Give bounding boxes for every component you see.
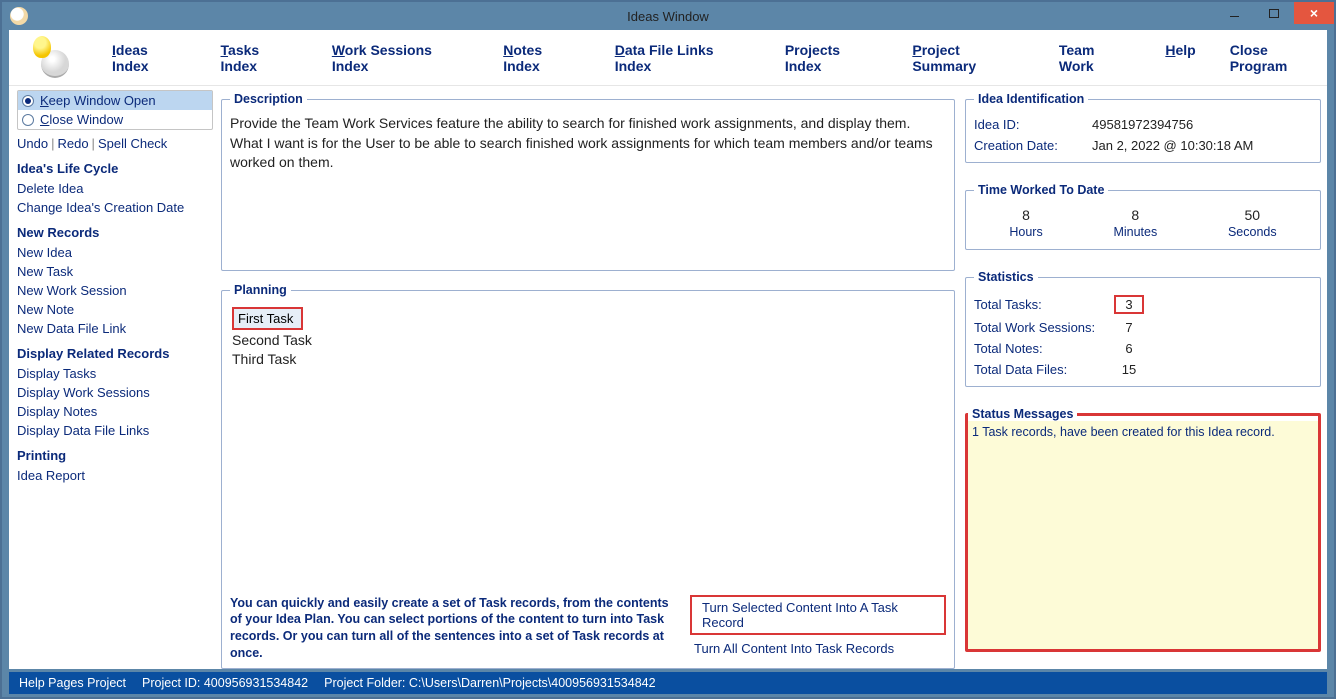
nav-tasks-index[interactable]: Tasks Index — [221, 42, 298, 74]
turn-all-into-tasks-button[interactable]: Turn All Content Into Task Records — [690, 639, 898, 658]
nav-project-summary[interactable]: Project Summary — [912, 42, 1025, 74]
sidebar: Keep Window Open Close Window Undo | Red… — [9, 86, 219, 669]
nav-projects-index[interactable]: Projects Index — [785, 42, 879, 74]
app-window: Ideas Window × Ideas Index Tasks Index W… — [0, 0, 1336, 699]
description-legend: Description — [230, 92, 307, 106]
minutes-value: 8 — [1113, 207, 1157, 223]
planning-editor[interactable]: First Task Second Task Third Task — [230, 305, 946, 587]
planning-task-third[interactable]: Third Task — [232, 350, 944, 369]
toolbar: Ideas Index Tasks Index Work Sessions In… — [9, 30, 1327, 86]
total-notes-value: 6 — [1114, 341, 1144, 356]
statusbar: Help Pages Project Project ID: 400956931… — [9, 672, 1327, 694]
sidebar-idea-report[interactable]: Idea Report — [17, 466, 215, 485]
statistics-panel: Statistics Total Tasks: 3 Total Work Ses… — [965, 270, 1321, 387]
time-worked-legend: Time Worked To Date — [974, 183, 1108, 197]
undo-link[interactable]: Undo — [17, 136, 48, 151]
time-worked-panel: Time Worked To Date 8 Hours 8 Minutes 50 — [965, 183, 1321, 250]
turn-selected-into-task-button[interactable]: Turn Selected Content Into A Task Record — [690, 595, 946, 635]
minimize-icon — [1230, 16, 1239, 17]
nav-team-work[interactable]: Team Work — [1059, 42, 1131, 74]
redo-link[interactable]: Redo — [57, 136, 88, 151]
idea-id-label: Idea ID: — [974, 117, 1092, 132]
nav-ideas-index[interactable]: Ideas Index — [112, 42, 187, 74]
window-title: Ideas Window — [2, 9, 1334, 24]
minimize-button[interactable] — [1214, 2, 1254, 24]
total-work-sessions-value: 7 — [1114, 320, 1144, 335]
planning-panel: Planning First Task Second Task Third Ta… — [221, 283, 955, 669]
titlebar[interactable]: Ideas Window × — [2, 2, 1334, 30]
sidebar-delete-idea[interactable]: Delete Idea — [17, 179, 215, 198]
hours-value: 8 — [1009, 207, 1042, 223]
idea-logo-icon — [19, 34, 78, 82]
spell-check-link[interactable]: Spell Check — [98, 136, 167, 151]
seconds-value: 50 — [1228, 207, 1277, 223]
sidebar-display-notes[interactable]: Display Notes — [17, 402, 215, 421]
sidebar-display-work-sessions[interactable]: Display Work Sessions — [17, 383, 215, 402]
nav-help[interactable]: Help — [1165, 42, 1195, 74]
total-notes-label: Total Notes: — [974, 341, 1114, 356]
sidebar-heading-display-related: Display Related Records — [17, 346, 215, 361]
statusbar-project-id: Project ID: 400956931534842 — [142, 676, 308, 690]
sidebar-heading-new-records: New Records — [17, 225, 215, 240]
sidebar-display-data-file-links[interactable]: Display Data File Links — [17, 421, 215, 440]
sidebar-new-idea[interactable]: New Idea — [17, 243, 215, 262]
status-messages-panel: Status Messages 1 Task records, have bee… — [965, 407, 1321, 652]
minutes-label: Minutes — [1113, 225, 1157, 239]
nav-data-file-links-index[interactable]: Data File Links Index — [615, 42, 751, 74]
total-tasks-value: 3 — [1114, 295, 1144, 314]
planning-task-second[interactable]: Second Task — [232, 331, 944, 350]
planning-helper-text: You can quickly and easily create a set … — [230, 595, 670, 663]
sidebar-new-task[interactable]: New Task — [17, 262, 215, 281]
planning-legend: Planning — [230, 283, 291, 297]
sidebar-heading-life-cycle: Idea's Life Cycle — [17, 161, 215, 176]
planning-task-first-selected[interactable]: First Task — [232, 307, 303, 330]
total-tasks-label: Total Tasks: — [974, 297, 1114, 312]
idea-identification-legend: Idea Identification — [974, 92, 1088, 106]
statusbar-help-project[interactable]: Help Pages Project — [19, 676, 126, 690]
nav-close-program[interactable]: Close Program — [1230, 42, 1327, 74]
status-messages-legend: Status Messages — [968, 407, 1077, 421]
radio-close-window[interactable]: Close Window — [18, 110, 212, 129]
total-data-files-value: 15 — [1114, 362, 1144, 377]
sidebar-new-data-file-link[interactable]: New Data File Link — [17, 319, 215, 338]
creation-date-value: Jan 2, 2022 @ 10:30:18 AM — [1092, 138, 1253, 153]
sidebar-change-creation-date[interactable]: Change Idea's Creation Date — [17, 198, 215, 217]
total-work-sessions-label: Total Work Sessions: — [974, 320, 1114, 335]
seconds-label: Seconds — [1228, 225, 1277, 239]
maximize-button[interactable] — [1254, 2, 1294, 24]
status-messages-area — [968, 443, 1318, 649]
radio-icon — [22, 95, 34, 107]
radio-icon — [22, 114, 34, 126]
idea-identification-panel: Idea Identification Idea ID: 49581972394… — [965, 92, 1321, 163]
window-controls: × — [1214, 2, 1334, 24]
statusbar-project-folder: Project Folder: C:\Users\Darren\Projects… — [324, 676, 655, 690]
radio-keep-window-open[interactable]: Keep Window Open — [18, 91, 212, 110]
nav-work-sessions-index[interactable]: Work Sessions Index — [332, 42, 469, 74]
close-button[interactable]: × — [1294, 2, 1334, 24]
sidebar-display-tasks[interactable]: Display Tasks — [17, 364, 215, 383]
description-text[interactable]: Provide the Team Work Services feature t… — [230, 114, 946, 264]
nav-notes-index[interactable]: Notes Index — [503, 42, 581, 74]
statistics-legend: Statistics — [974, 270, 1038, 284]
description-panel: Description Provide the Team Work Servic… — [221, 92, 955, 271]
sidebar-new-work-session[interactable]: New Work Session — [17, 281, 215, 300]
window-mode-group: Keep Window Open Close Window — [17, 90, 213, 130]
sidebar-new-note[interactable]: New Note — [17, 300, 215, 319]
hours-label: Hours — [1009, 225, 1042, 239]
idea-id-value: 49581972394756 — [1092, 117, 1193, 132]
total-data-files-label: Total Data Files: — [974, 362, 1114, 377]
maximize-icon — [1269, 9, 1279, 18]
status-message-line: 1 Task records, have been created for th… — [968, 421, 1318, 443]
sidebar-heading-printing: Printing — [17, 448, 215, 463]
close-icon: × — [1310, 6, 1318, 20]
creation-date-label: Creation Date: — [974, 138, 1092, 153]
